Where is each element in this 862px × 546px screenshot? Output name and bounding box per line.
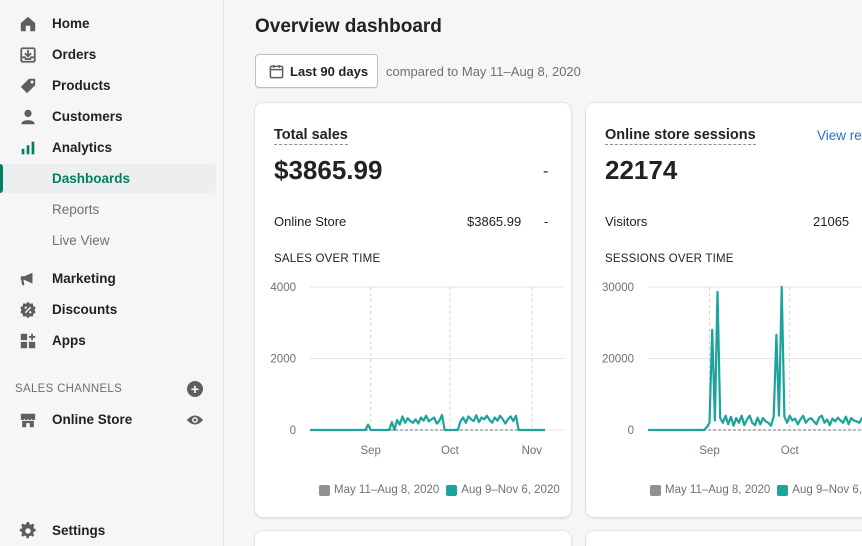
- page-title: Overview dashboard: [255, 16, 442, 37]
- discounts-icon: [19, 301, 37, 319]
- marketing-icon: [19, 270, 37, 288]
- sidebar-item-label: Orders: [52, 47, 97, 62]
- breakdown-value: 21065: [813, 214, 850, 229]
- sidebar: Home Orders Products Customers Analytics…: [0, 0, 224, 546]
- sidebar-item-label: Online Store: [52, 412, 133, 427]
- gear-icon: [19, 521, 37, 540]
- sidebar-item-analytics[interactable]: Analytics: [0, 133, 216, 162]
- date-range-button[interactable]: Last 90 days: [255, 54, 378, 88]
- x-tick-label: Sep: [699, 445, 719, 457]
- sidebar-subitem-label: Reports: [52, 202, 100, 217]
- legend-item-current[interactable]: Aug 9–Nov 6, 2020: [777, 484, 862, 496]
- legend-item-previous[interactable]: May 11–Aug 8, 2020: [650, 484, 770, 496]
- y-tick-label: 0: [290, 425, 296, 437]
- plus-icon: +: [190, 381, 200, 397]
- y-tick-label: 4000: [270, 282, 296, 294]
- compare-text: compared to May 11–Aug 8, 2020: [386, 64, 581, 79]
- y-tick-label: 2000: [270, 354, 296, 366]
- legend-swatch: [319, 484, 330, 496]
- x-tick-label: Sep: [360, 445, 380, 457]
- x-tick-label: Oct: [441, 445, 460, 457]
- x-tick-label: Oct: [781, 445, 800, 457]
- main-content: Overview dashboard Last 90 days compared…: [225, 0, 862, 546]
- legend-swatch: [777, 484, 789, 496]
- sidebar-item-orders[interactable]: Orders: [0, 40, 216, 69]
- sidebar-subitem-dashboards[interactable]: Dashboards: [0, 164, 216, 193]
- sidebar-item-settings[interactable]: Settings: [0, 516, 216, 545]
- sidebar-subitem-label: Live View: [52, 233, 110, 248]
- add-sales-channel-button[interactable]: +: [187, 381, 203, 397]
- breakdown-value: $3865.99: [467, 214, 522, 229]
- breakdown-label: Visitors: [605, 214, 648, 229]
- sales-channels-heading: SALES CHANNELS: [15, 383, 123, 395]
- sidebar-item-home[interactable]: Home: [0, 9, 216, 38]
- sales-over-time-chart: 4000 2000 0 Sep Oct Nov: [270, 282, 565, 457]
- sidebar-subitem-reports[interactable]: Reports: [0, 195, 216, 224]
- next-card-left: [255, 531, 571, 546]
- next-card-right: [586, 531, 862, 546]
- chart-heading: SESSIONS OVER TIME: [605, 253, 734, 265]
- y-tick-label: 0: [628, 425, 634, 437]
- sessions-over-time-chart: 30000200000SepOctNo: [602, 282, 862, 457]
- chart-legend: May 11–Aug 8, 2020 Aug 9–Nov 6, 2020: [650, 484, 862, 496]
- sidebar-item-label: Apps: [52, 333, 86, 348]
- breakdown-change: -: [544, 214, 549, 229]
- legend-item-current[interactable]: Aug 9–Nov 6, 2020: [446, 484, 560, 496]
- chart-legend: May 11–Aug 8, 2020 Aug 9–Nov 6, 2020: [319, 484, 567, 496]
- legend-label: Aug 9–Nov 6, 2020: [792, 484, 862, 496]
- sidebar-item-label: Settings: [52, 523, 106, 538]
- legend-label: May 11–Aug 8, 2020: [334, 484, 440, 496]
- sidebar-item-label: Analytics: [52, 140, 113, 155]
- sidebar-item-apps[interactable]: Apps: [0, 326, 216, 355]
- orders-icon: [19, 46, 37, 64]
- view-report-link[interactable]: View report: [817, 128, 862, 143]
- sidebar-item-label: Products: [52, 78, 111, 93]
- apps-icon: [19, 332, 37, 350]
- eye-icon: [186, 415, 204, 425]
- chart-heading: SALES OVER TIME: [274, 253, 381, 265]
- card-title[interactable]: Online store sessions: [605, 127, 756, 145]
- sidebar-item-label: Home: [52, 16, 90, 31]
- date-range-label: Last 90 days: [290, 63, 369, 79]
- products-icon: [19, 77, 37, 95]
- series-line-current: [310, 413, 545, 432]
- y-tick-label: 30000: [602, 282, 634, 294]
- home-icon: [19, 15, 37, 33]
- sessions-value: 22174: [605, 155, 678, 185]
- sidebar-subitem-live-view[interactable]: Live View: [0, 226, 216, 255]
- total-sales-value: $3865.99: [274, 155, 383, 185]
- legend-item-previous[interactable]: May 11–Aug 8, 2020: [319, 484, 439, 496]
- sidebar-item-customers[interactable]: Customers: [0, 102, 216, 131]
- view-online-store-button[interactable]: [186, 412, 204, 428]
- store-icon: [19, 411, 37, 429]
- online-store-sessions-card: Online store sessions View report 22174 …: [586, 103, 862, 517]
- sidebar-item-discounts[interactable]: Discounts: [0, 295, 216, 324]
- card-title[interactable]: Total sales: [274, 127, 348, 145]
- legend-swatch: [650, 484, 661, 496]
- total-sales-card: Total sales $3865.99 - Online Store $386…: [255, 103, 571, 517]
- total-sales-change: -: [543, 163, 549, 180]
- sidebar-item-marketing[interactable]: Marketing: [0, 264, 216, 293]
- customers-icon: [19, 108, 37, 126]
- analytics-icon: [19, 139, 37, 157]
- calendar-icon: [269, 64, 284, 84]
- y-tick-label: 20000: [602, 354, 634, 366]
- legend-label: Aug 9–Nov 6, 2020: [461, 484, 560, 496]
- sidebar-subitem-label: Dashboards: [52, 171, 131, 186]
- sidebar-item-label: Customers: [52, 109, 123, 124]
- sidebar-item-products[interactable]: Products: [0, 71, 216, 100]
- sidebar-item-label: Discounts: [52, 302, 118, 317]
- sidebar-item-label: Marketing: [52, 271, 116, 286]
- legend-label: May 11–Aug 8, 2020: [665, 484, 771, 496]
- legend-swatch: [446, 484, 458, 496]
- x-tick-label: Nov: [522, 445, 543, 457]
- sidebar-item-online-store[interactable]: Online Store: [0, 405, 216, 434]
- breakdown-label: Online Store: [274, 214, 347, 229]
